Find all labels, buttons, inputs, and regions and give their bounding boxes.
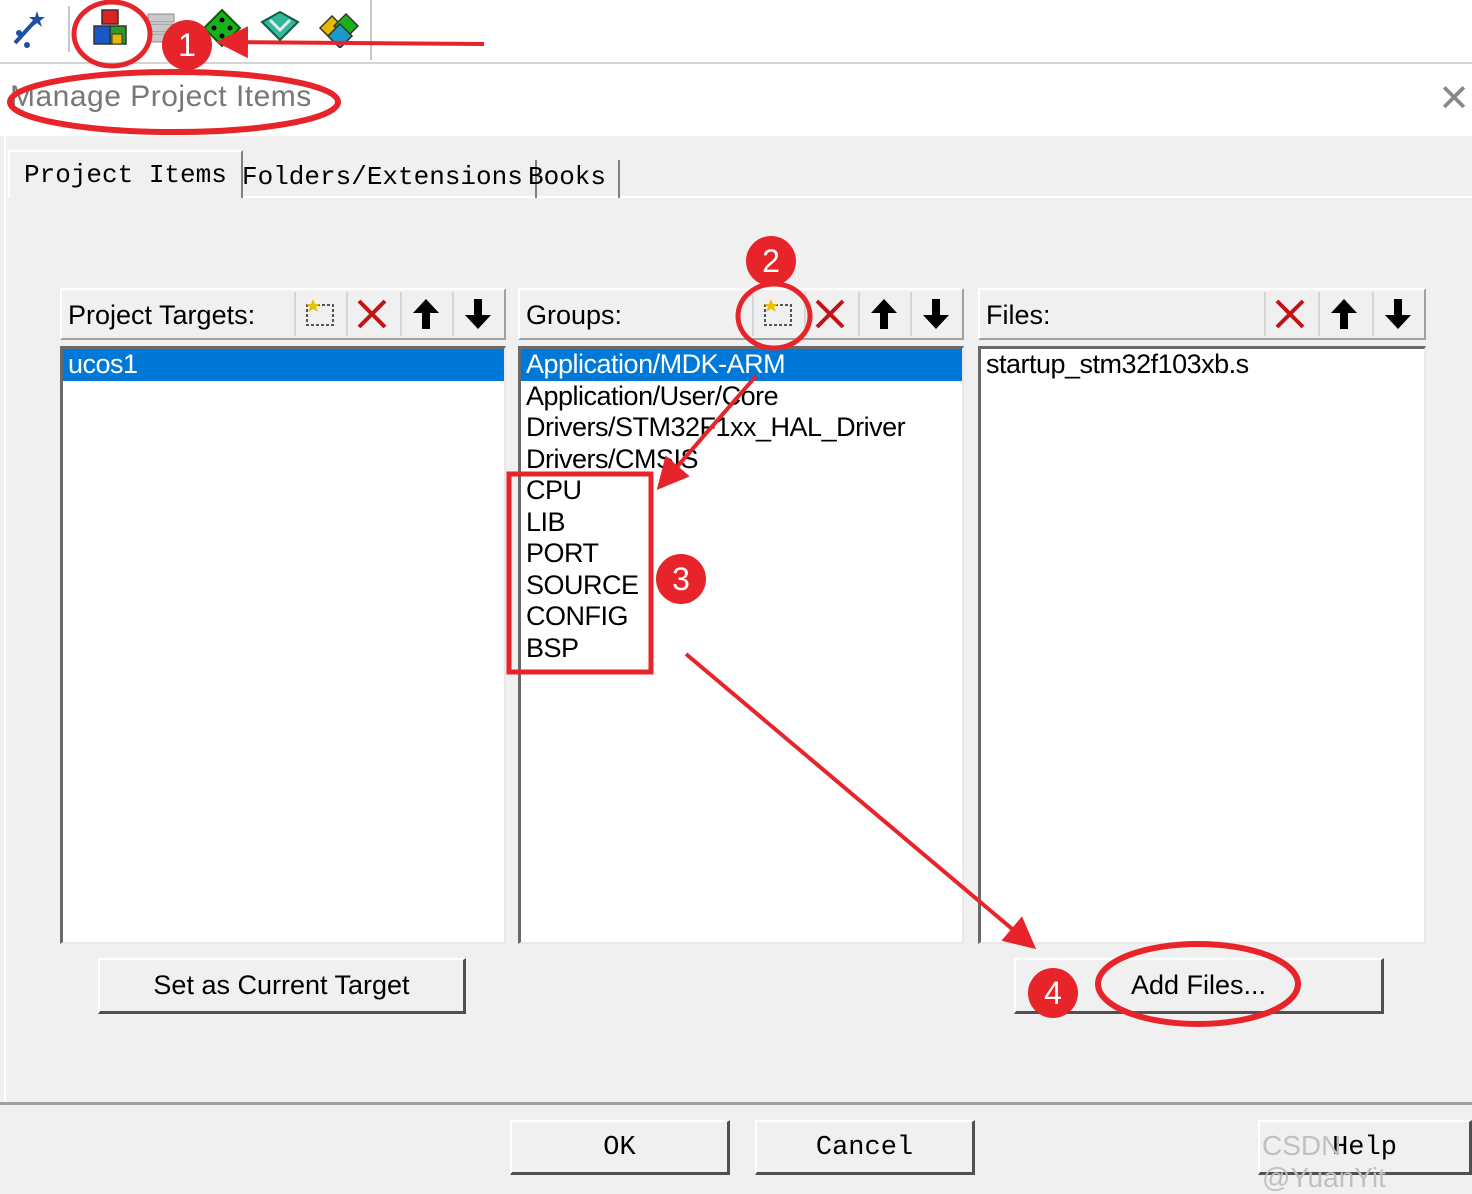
step-marker-3: 3 bbox=[656, 554, 706, 604]
step-marker-2: 2 bbox=[746, 236, 796, 286]
annotation-overlay bbox=[7, 0, 1301, 1027]
step-marker-4: 4 bbox=[1028, 968, 1078, 1018]
watermark: CSDN @YuanYit bbox=[1262, 1130, 1386, 1193]
step-marker-1: 1 bbox=[162, 20, 212, 70]
